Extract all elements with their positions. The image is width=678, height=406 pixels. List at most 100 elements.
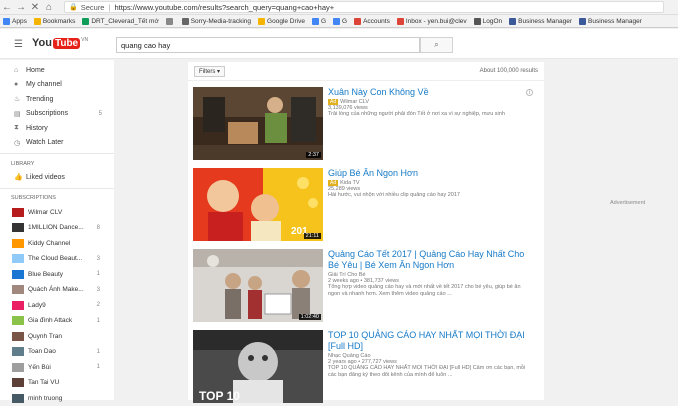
- bookmark-item[interactable]: Bookmarks: [34, 18, 76, 25]
- subscription-item[interactable]: Blue Beauty1: [0, 267, 114, 283]
- search-icon: ⌕: [434, 40, 438, 49]
- sidebar-item-subscriptions[interactable]: ▤Subscriptions5: [0, 107, 114, 122]
- sidebar-item-my-channel[interactable]: ●My channel: [0, 78, 114, 93]
- subscription-count: 1: [97, 364, 100, 370]
- bookmark-label: G: [321, 18, 326, 25]
- bookmark-item[interactable]: Google Drive: [258, 18, 305, 25]
- bookmark-label: Business Manager: [518, 18, 572, 25]
- video-thumbnail[interactable]: TOP 10: [193, 330, 323, 403]
- search-results: Filters ▾ About 100,000 results 2:37 Xuâ…: [188, 62, 544, 400]
- channel-avatar: [12, 378, 24, 387]
- video-title[interactable]: Xuân Này Con Không Về: [328, 87, 533, 98]
- subscription-item[interactable]: Toan Dao1: [0, 344, 114, 360]
- menu-icon[interactable]: ☰: [14, 39, 23, 50]
- video-result[interactable]: 2:37 Xuân Này Con Không Về AdWilmar CLV …: [193, 87, 539, 160]
- sidebar-item-home[interactable]: ⌂Home: [0, 63, 114, 78]
- bookmark-icon: [333, 18, 340, 25]
- subscription-item[interactable]: Gia đình Attack1: [0, 313, 114, 329]
- channel-avatar: [12, 285, 24, 294]
- video-thumbnail[interactable]: 2:37: [193, 87, 323, 160]
- subscription-count: 3: [97, 287, 100, 293]
- subscription-item[interactable]: Wilmar CLV: [0, 205, 114, 221]
- subscription-label: Gia đình Attack: [28, 317, 72, 324]
- sidebar-item-liked-videos[interactable]: 👍Liked videos: [0, 170, 114, 185]
- search-button[interactable]: ⌕: [420, 37, 453, 53]
- bookmark-label: Google Drive: [267, 18, 305, 25]
- thumbs-up-icon: 👍: [14, 173, 26, 181]
- bookmark-item[interactable]: LogOn: [474, 18, 503, 25]
- channel-avatar: [12, 270, 24, 279]
- bookmark-item[interactable]: G: [312, 18, 326, 25]
- video-duration: 21:11: [304, 233, 321, 239]
- browser-toolbar: ← → ✕ ⌂ 🔒 Secure | https://www.youtube.c…: [0, 0, 678, 15]
- bookmark-item[interactable]: G: [333, 18, 347, 25]
- bookmark-item[interactable]: Inbox - yen.bui@clev: [397, 18, 467, 25]
- channel-avatar: [12, 208, 24, 217]
- video-thumbnail[interactable]: 201 21:11: [193, 168, 323, 241]
- bookmark-item[interactable]: Apps: [3, 18, 27, 25]
- bookmark-item[interactable]: Business Manager: [579, 18, 642, 25]
- sidebar-item-label: My channel: [26, 81, 62, 88]
- back-icon[interactable]: ←: [0, 2, 14, 13]
- bookmark-item[interactable]: Accounts: [354, 18, 390, 25]
- filters-button[interactable]: Filters ▾: [194, 66, 225, 77]
- sidebar-item-label: Watch Later: [26, 139, 63, 146]
- video-result[interactable]: 1:02:40 Quảng Cáo Tết 2017 | Quảng Cáo H…: [193, 249, 539, 322]
- clock-icon: ◷: [14, 139, 26, 147]
- bookmark-item[interactable]: [166, 18, 175, 25]
- sidebar-item-count: 5: [99, 111, 102, 117]
- sidebar-item-label: Home: [26, 67, 45, 74]
- bookmark-item[interactable]: Sorry-Media-tracking: [182, 18, 251, 25]
- youtube-logo[interactable]: You Tube VN: [32, 37, 88, 49]
- bookmarks-bar: Apps Bookmarks DRT_Cleverad_Tết mớ Sorry-Me…: [0, 15, 678, 28]
- reload-icon[interactable]: ✕: [28, 2, 42, 13]
- logo-you-text: You: [32, 37, 52, 49]
- info-icon[interactable]: i: [526, 89, 533, 96]
- subscription-item[interactable]: minh truong: [0, 391, 114, 406]
- sidebar-item-trending[interactable]: ♨Trending: [0, 92, 114, 107]
- bookmark-label: LogOn: [483, 18, 503, 25]
- subscription-item[interactable]: The Cloud Beaut...3: [0, 251, 114, 267]
- channel-avatar: [12, 332, 24, 341]
- bookmark-label: Apps: [12, 18, 27, 25]
- forward-icon[interactable]: →: [14, 2, 28, 13]
- bookmark-item[interactable]: DRT_Cleverad_Tết mớ: [82, 18, 158, 25]
- video-title[interactable]: Quảng Cáo Tết 2017 | Quảng Cáo Hay Nhất …: [328, 249, 533, 271]
- bookmark-icon: [397, 18, 404, 25]
- video-title[interactable]: TOP 10 QUẢNG CÁO HAY NHẤT MỌI THỜI ĐẠI […: [328, 330, 533, 352]
- home-browser-icon[interactable]: ⌂: [42, 2, 56, 13]
- subscription-item[interactable]: Quách Ánh Make... 3: [0, 282, 114, 298]
- subscription-label: Quách Ánh Make...: [28, 286, 84, 293]
- secure-label: Secure: [81, 3, 105, 12]
- youtube-header: ☰ You Tube VN ⌕: [0, 29, 678, 59]
- subscription-item[interactable]: Quynh Tran: [0, 329, 114, 345]
- subscription-item[interactable]: Yến Bùi1: [0, 360, 114, 376]
- channel-avatar: [12, 301, 24, 310]
- sidebar-item-history[interactable]: ⧗History: [0, 121, 114, 136]
- video-duration: 1:02:40: [299, 314, 321, 320]
- video-result[interactable]: 201 21:11 Giúp Bé Ăn Ngon Hơn AdKida TV …: [193, 168, 539, 241]
- bookmark-item[interactable]: Business Manager: [509, 18, 572, 25]
- address-bar[interactable]: 🔒 Secure | https://www.youtube.com/resul…: [64, 1, 664, 13]
- subscription-label: Lady9: [28, 302, 46, 309]
- search-input[interactable]: [116, 37, 420, 53]
- divider: [0, 153, 114, 154]
- video-title[interactable]: Giúp Bé Ăn Ngon Hơn: [328, 168, 533, 179]
- video-description: Trải lòng của những người phải đón Tết ở…: [328, 111, 533, 118]
- video-result[interactable]: TOP 10 TOP 10 QUẢNG CÁO HAY NHẤT MỌI THỜ…: [193, 330, 539, 403]
- channel-avatar: [12, 254, 24, 263]
- video-thumbnail[interactable]: 1:02:40: [193, 249, 323, 322]
- subscription-item[interactable]: Kiddy Channel: [0, 236, 114, 252]
- subscription-item[interactable]: Tan Tai VU: [0, 375, 114, 391]
- video-duration: 2:37: [306, 152, 321, 158]
- channel-avatar: [12, 394, 24, 403]
- bookmark-icon: [579, 18, 586, 25]
- sidebar-item-label: Trending: [26, 96, 53, 103]
- bookmark-icon: [82, 18, 89, 25]
- home-icon: ⌂: [14, 67, 26, 74]
- subscription-item[interactable]: 1MILLION Dance...8: [0, 220, 114, 236]
- bookmark-icon: [354, 18, 361, 25]
- bookmark-label: Bookmarks: [43, 18, 76, 25]
- sidebar-item-watch-later[interactable]: ◷Watch Later: [0, 136, 114, 151]
- subscription-item[interactable]: Lady92: [0, 298, 114, 314]
